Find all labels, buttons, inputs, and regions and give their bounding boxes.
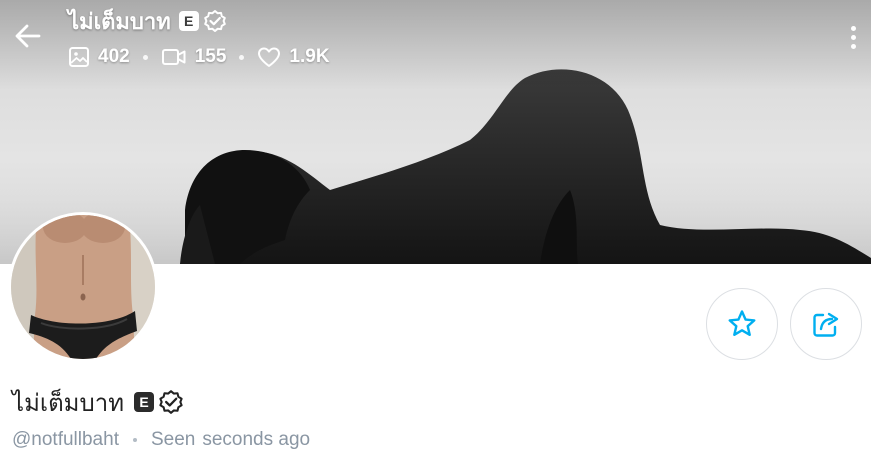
videos-count-value: 155	[194, 46, 227, 67]
photos-count[interactable]: 402	[68, 46, 130, 68]
meta-separator	[132, 438, 137, 442]
stats-separator	[142, 54, 148, 60]
vertical-dots-icon	[850, 34, 856, 40]
heart-icon	[258, 47, 281, 67]
avatar-image	[11, 215, 155, 359]
star-icon	[728, 310, 756, 336]
share-profile-button[interactable]	[790, 288, 862, 360]
verified-badge-icon	[159, 390, 183, 414]
image-icon	[69, 47, 89, 67]
vertical-dots-icon	[850, 25, 856, 31]
vertical-dots-icon	[850, 43, 856, 49]
profile-username: @notfullbaht	[12, 429, 119, 450]
likes-count: 1.9K	[257, 46, 330, 68]
header-title-row: ไม่เต็มบาท E	[68, 4, 330, 38]
avatar-photo	[11, 215, 155, 359]
stats-separator	[239, 54, 245, 60]
header-stats: 402 155 1.9K	[68, 42, 330, 72]
share-icon	[813, 312, 839, 337]
last-seen-label: Seen	[150, 429, 196, 450]
video-camera-icon	[161, 49, 186, 65]
top-bar: ไม่เต็มบาท E 402 155 1.9K	[0, 0, 871, 80]
header-explicit-badge: E	[178, 11, 199, 31]
arrow-left-icon	[15, 24, 41, 48]
profile-explicit-badge: E	[134, 392, 155, 412]
profile-meta-row: @notfullbaht Seen seconds ago	[12, 426, 310, 454]
add-to-favorites-button[interactable]	[706, 288, 778, 360]
header-title: ไม่เต็มบาท	[68, 9, 171, 35]
back-button[interactable]	[8, 16, 48, 56]
verified-badge-icon	[203, 10, 226, 32]
more-options-button[interactable]	[838, 20, 868, 54]
photos-count-value: 402	[98, 46, 130, 67]
likes-count-value: 1.9K	[289, 46, 330, 67]
avatar[interactable]	[8, 212, 158, 362]
profile-name-row: ไม่เต็มบาท E	[12, 384, 184, 420]
videos-count[interactable]: 155	[161, 46, 227, 68]
header-title-block: ไม่เต็มบาท E 402 155 1.9K	[68, 4, 330, 72]
profile-display-name: ไม่เต็มบาท	[12, 388, 125, 417]
last-seen-value: seconds ago	[202, 429, 311, 450]
